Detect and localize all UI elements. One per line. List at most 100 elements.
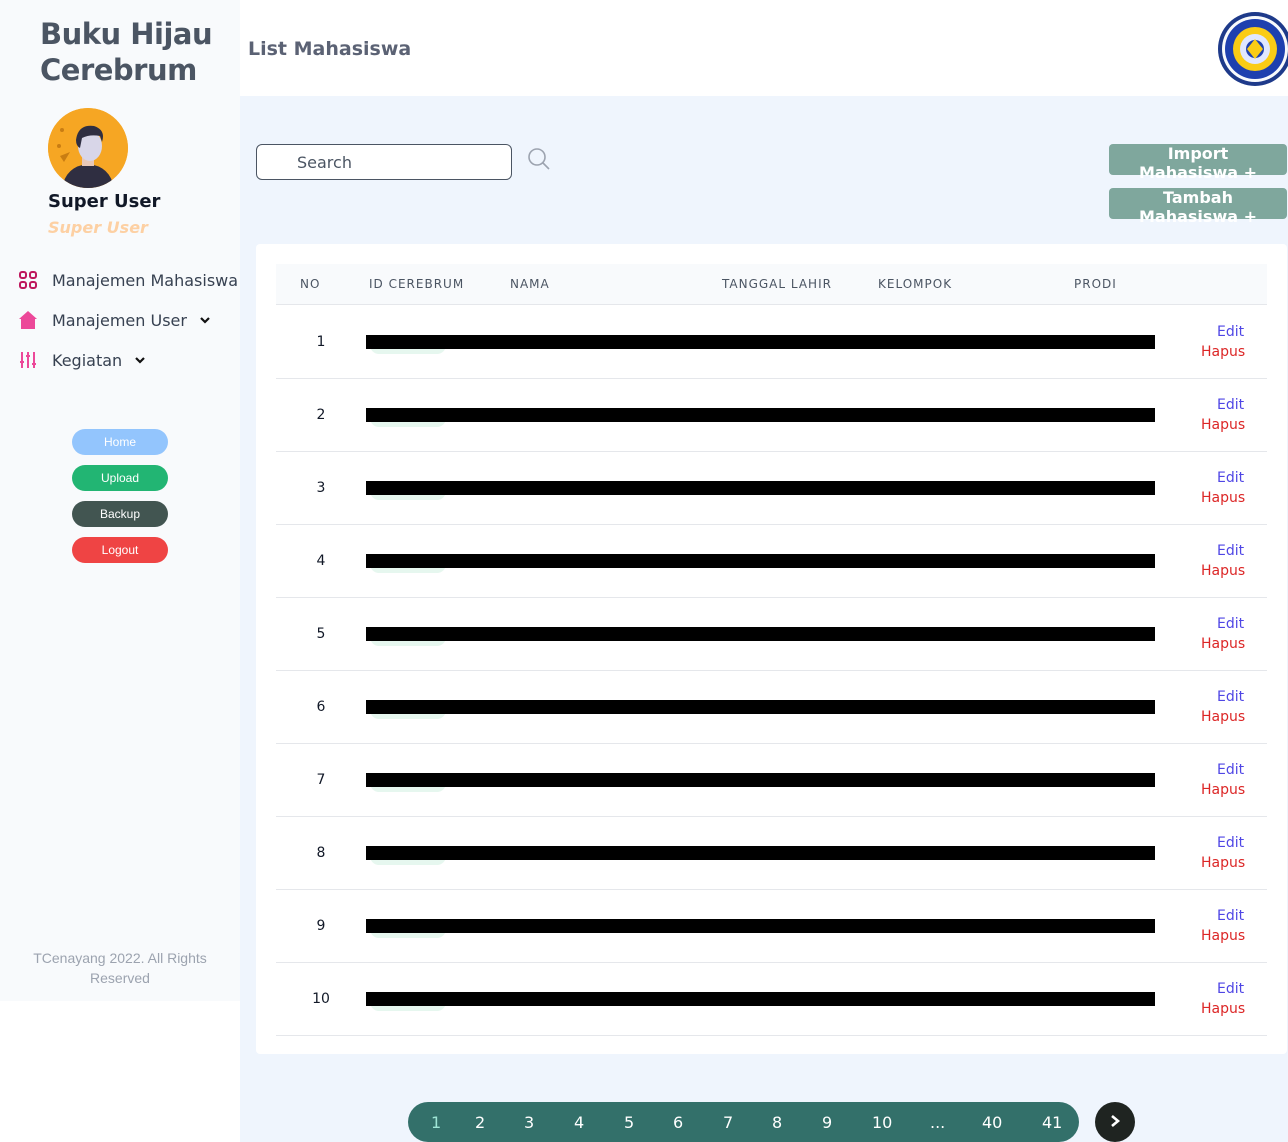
- page-link-3[interactable]: 3: [524, 1113, 534, 1132]
- sliders-icon: [18, 350, 38, 370]
- delete-link[interactable]: Hapus: [1201, 855, 1245, 871]
- table-row: 8 Edit Hapus: [276, 817, 1267, 890]
- row-number: 1: [316, 334, 326, 350]
- edit-link[interactable]: Edit: [1217, 762, 1244, 778]
- sidebar-item-label: Manajemen User: [52, 310, 187, 330]
- backup-button[interactable]: Backup: [72, 501, 168, 527]
- page-link-2[interactable]: 2: [475, 1113, 485, 1132]
- redacted-row-data: [366, 992, 1155, 1006]
- university-seal-logo: [1217, 11, 1288, 87]
- column-header-nama: NAMA: [510, 277, 550, 291]
- user-name: Super User: [48, 191, 161, 212]
- brand-title: Buku Hijau Cerebrum: [40, 17, 213, 87]
- table-row: 10 Edit Hapus: [276, 963, 1267, 1036]
- page-link-8[interactable]: 8: [772, 1113, 782, 1132]
- delete-link[interactable]: Hapus: [1201, 928, 1245, 944]
- table-row: 9 Edit Hapus: [276, 890, 1267, 963]
- table-row: 5 Edit Hapus: [276, 598, 1267, 671]
- redacted-row-data: [366, 919, 1155, 933]
- redacted-row-data: [366, 700, 1155, 714]
- pagination: 1 2 3 4 5 6 7 8 9 10... 40 41: [408, 1102, 1079, 1142]
- delete-link[interactable]: Hapus: [1201, 782, 1245, 798]
- redacted-row-data: [366, 481, 1155, 495]
- redacted-row-data: [366, 773, 1155, 787]
- sidebar-bottom-space: [0, 1001, 240, 1142]
- edit-link[interactable]: Edit: [1217, 470, 1244, 486]
- redacted-row-data: [366, 408, 1155, 422]
- page-link-6[interactable]: 6: [673, 1113, 683, 1132]
- row-number: 5: [316, 626, 326, 642]
- row-number: 8: [316, 845, 326, 861]
- page-link-7[interactable]: 7: [723, 1113, 733, 1132]
- row-number: 9: [316, 918, 326, 934]
- redacted-row-data: [366, 554, 1155, 568]
- row-number: 2: [316, 407, 326, 423]
- column-header-prodi: PRODI: [1074, 277, 1117, 291]
- table-row: 2 Edit Hapus: [276, 379, 1267, 452]
- sidebar-item-label: Kegiatan: [52, 350, 123, 370]
- column-header-no: NO: [300, 277, 321, 291]
- import-mahasiswa-button[interactable]: Import Mahasiswa +: [1109, 144, 1287, 182]
- delete-link[interactable]: Hapus: [1201, 563, 1245, 579]
- page-link-5[interactable]: 5: [624, 1113, 634, 1132]
- delete-link[interactable]: Hapus: [1201, 344, 1245, 360]
- chevron-down-icon[interactable]: [134, 353, 148, 367]
- edit-link[interactable]: Edit: [1217, 397, 1244, 413]
- sidebar: Buku Hijau Cerebrum Super User Super Use…: [0, 0, 240, 1001]
- row-number: 10: [312, 991, 330, 1007]
- redacted-row-data: [366, 846, 1155, 860]
- edit-link[interactable]: Edit: [1217, 981, 1244, 997]
- column-header-tanggal-lahir: TANGGAL LAHIR: [722, 277, 832, 291]
- avatar: [48, 108, 128, 188]
- page-link-9[interactable]: 9: [822, 1113, 832, 1132]
- row-number: 4: [316, 553, 326, 569]
- page-link-1[interactable]: 1: [431, 1113, 441, 1132]
- table-row: 7 Edit Hapus: [276, 744, 1267, 817]
- redacted-row-data: [366, 335, 1155, 349]
- table-row: 1 Edit Hapus: [276, 306, 1267, 379]
- delete-link[interactable]: Hapus: [1201, 490, 1245, 506]
- home-button[interactable]: Home: [72, 429, 168, 455]
- redacted-row-data: [366, 627, 1155, 641]
- edit-link[interactable]: Edit: [1217, 908, 1244, 924]
- header: List Mahasiswa: [240, 0, 1288, 96]
- table-row: 4 Edit Hapus: [276, 525, 1267, 598]
- edit-link[interactable]: Edit: [1217, 543, 1244, 559]
- page-title: List Mahasiswa: [248, 38, 412, 60]
- delete-link[interactable]: Hapus: [1201, 1001, 1245, 1017]
- delete-link[interactable]: Hapus: [1201, 636, 1245, 652]
- edit-link[interactable]: Edit: [1217, 689, 1244, 705]
- home-icon: [18, 310, 38, 330]
- search-input[interactable]: [256, 144, 512, 180]
- edit-link[interactable]: Edit: [1217, 835, 1244, 851]
- upload-button[interactable]: Upload: [72, 465, 168, 491]
- sidebar-item-kegiatan[interactable]: Kegiatan: [18, 348, 148, 372]
- sidebar-item-manajemen-mahasiswa[interactable]: Manajemen Mahasiswa: [18, 268, 238, 292]
- column-header-kelompok: KELOMPOK: [878, 277, 953, 291]
- sidebar-item-manajemen-user[interactable]: Manajemen User: [18, 308, 213, 332]
- edit-link[interactable]: Edit: [1217, 616, 1244, 632]
- row-number: 3: [316, 480, 326, 496]
- edit-link[interactable]: Edit: [1217, 324, 1244, 340]
- chevron-right-icon: [1108, 1114, 1122, 1131]
- table-row: 3 Edit Hapus: [276, 452, 1267, 525]
- page-link-41[interactable]: 41: [1042, 1113, 1062, 1132]
- row-number: 7: [316, 772, 326, 788]
- page-link-10[interactable]: 10: [872, 1113, 892, 1132]
- delete-link[interactable]: Hapus: [1201, 417, 1245, 433]
- delete-link[interactable]: Hapus: [1201, 709, 1245, 725]
- chevron-down-icon[interactable]: [199, 313, 213, 327]
- tambah-mahasiswa-button[interactable]: Tambah Mahasiswa +: [1109, 188, 1287, 226]
- footer-copyright: TCenayang 2022. All Rights Reserved: [33, 950, 207, 986]
- search-icon[interactable]: [527, 147, 551, 171]
- next-page-button[interactable]: [1095, 1102, 1135, 1142]
- user-role: Super User: [48, 218, 148, 237]
- row-number: 6: [316, 699, 326, 715]
- student-table-card: NO ID CEREBRUM NAMA TANGGAL LAHIR KELOMP…: [256, 244, 1287, 1054]
- pagination-ellipsis: ...: [930, 1113, 946, 1132]
- page-link-4[interactable]: 4: [574, 1113, 584, 1132]
- grid-icon: [18, 270, 38, 290]
- column-header-id-cerebrum: ID CEREBRUM: [369, 277, 465, 291]
- page-link-40[interactable]: 40: [982, 1113, 1002, 1132]
- logout-button[interactable]: Logout: [72, 537, 168, 563]
